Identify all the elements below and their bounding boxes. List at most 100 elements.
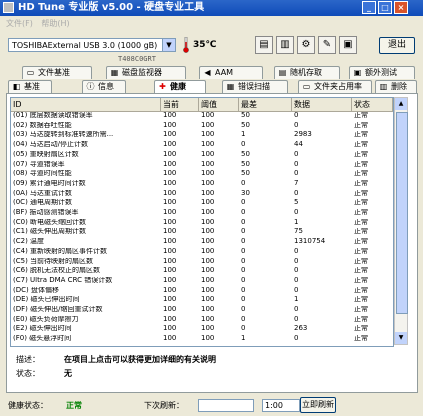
cell-worst: 50 xyxy=(241,150,250,158)
tab-folder-usage[interactable]: ▭ 文件夹占用率 xyxy=(298,80,372,93)
cell-current: 100 xyxy=(163,228,177,236)
cell-data: 0 xyxy=(294,112,299,119)
maximize-button[interactable]: □ xyxy=(378,1,392,14)
settings-icon[interactable]: ✎ xyxy=(318,36,336,54)
table-row[interactable]: (C4) 重新映射的扇区事件计数 100 100 0 0 正常 xyxy=(11,248,393,256)
tab-info[interactable]: ⓘ 信息 xyxy=(82,80,126,93)
table-row[interactable]: (07) 寻道错误率 100 100 50 0 正常 xyxy=(11,161,393,169)
speaker-icon: ◀ xyxy=(204,68,211,77)
tab-benchmark[interactable]: ◧ 基准 xyxy=(8,80,52,93)
cell-current: 100 xyxy=(163,179,177,187)
cell-worst: 0 xyxy=(241,238,246,246)
cell-current: 100 xyxy=(163,286,177,294)
table-row[interactable]: (C6) 脱机无法校正的扇区数 100 100 0 0 正常 xyxy=(11,267,393,275)
menu-help[interactable]: 帮助(H) xyxy=(41,19,69,28)
tab-disk-monitor[interactable]: ▦ 磁盘监视器 xyxy=(106,66,186,79)
tab-file-benchmark[interactable]: ▭ 文件基准 xyxy=(22,66,92,79)
table-row[interactable]: (E2) 磁头伸出时间 100 100 0 263 正常 xyxy=(11,325,393,333)
refresh-now-button[interactable]: 立即刷新 xyxy=(300,397,336,413)
copy-icon[interactable]: ▤ xyxy=(255,36,273,54)
tab-health[interactable]: ✚ 健康 xyxy=(154,80,206,93)
table-row[interactable]: (03) 马达旋转到标准转速所需... 100 100 1 2983 正常 xyxy=(11,131,393,139)
vertical-scrollbar[interactable]: ▲ ▼ xyxy=(394,97,408,345)
tab-extra-tests[interactable]: ▣ 额外测试 xyxy=(349,66,415,79)
table-row[interactable]: (DC) 盘体偏移 100 100 0 0 正常 xyxy=(11,287,393,295)
cell-current: 100 xyxy=(163,189,177,197)
scroll-thumb[interactable] xyxy=(396,112,408,314)
table-row[interactable]: (C7) Ultra DMA CRC 错误计数 100 100 0 0 正常 xyxy=(11,277,393,285)
cell-id: (E2) 磁头伸出时间 xyxy=(13,325,72,333)
description-area: 描述： 在项目上点击可以获得更加详细的有关说明 状态： 无 xyxy=(10,350,414,388)
table-row[interactable]: (0C) 通电周期计数 100 100 0 5 正常 xyxy=(11,199,393,207)
column-threshold[interactable]: 阈值 xyxy=(199,98,239,111)
cell-worst: 0 xyxy=(241,209,246,216)
tab-row-top: ▭ 文件基准 ▦ 磁盘监视器 ◀ AAM ▤ 随机存取 ▣ 额外测试 xyxy=(6,66,418,79)
cell-threshold: 100 xyxy=(201,141,215,149)
tab-erase[interactable]: ▥ 删除 xyxy=(375,80,417,93)
close-button[interactable]: × xyxy=(394,1,408,14)
cell-status: 正常 xyxy=(354,315,368,323)
cell-status: 正常 xyxy=(354,189,368,197)
table-row[interactable]: (BF) 振动感测错误率 100 100 0 0 正常 xyxy=(11,209,393,217)
minimize-button[interactable]: _ xyxy=(362,1,376,14)
tab-error-scan[interactable]: ▦ 错误扫描 xyxy=(222,80,288,93)
table-row[interactable]: (04) 马达启动/停止计数 100 100 0 44 正常 xyxy=(11,141,393,149)
menu-file[interactable]: 文件(F) xyxy=(6,19,33,28)
scroll-down-icon[interactable]: ▼ xyxy=(395,332,407,344)
exit-button[interactable]: 退出 xyxy=(379,37,415,54)
table-row[interactable]: (DF) 磁头伸出/缩回重试计数 100 100 0 0 正常 xyxy=(11,306,393,314)
save-icon[interactable]: ▣ xyxy=(339,36,357,54)
chevron-down-icon[interactable]: ▼ xyxy=(162,39,175,51)
drive-select[interactable]: TOSHIBAExternal USB 3.0 (1000 gB) ▼ xyxy=(8,38,176,52)
cell-current: 100 xyxy=(163,160,177,168)
table-row[interactable]: (02) 数据吞吐性能 100 100 50 0 正常 xyxy=(11,122,393,130)
table-row[interactable]: (C0) 断电磁头缩回计数 100 100 0 1 正常 xyxy=(11,219,393,227)
copy-all-icon[interactable]: ▥ xyxy=(276,36,294,54)
cell-id: (01) 底层数据读取错误率 xyxy=(13,112,93,119)
tab-random-access[interactable]: ▤ 随机存取 xyxy=(274,66,340,79)
cell-threshold: 100 xyxy=(201,170,215,178)
cell-threshold: 100 xyxy=(201,121,215,129)
cell-status: 正常 xyxy=(354,199,368,207)
cell-threshold: 100 xyxy=(201,131,215,139)
table-row[interactable]: (F0) 磁头悬浮时间 100 100 1 0 正常 xyxy=(11,335,393,343)
cell-worst: 0 xyxy=(241,179,246,187)
cell-id: (DF) 磁头伸出/缩回重试计数 xyxy=(13,306,103,313)
table-row[interactable]: (C2) 温度 100 100 0 1310754 正常 xyxy=(11,238,393,246)
cell-id: (C4) 重新映射的扇区事件计数 xyxy=(13,247,108,255)
tab-aam[interactable]: ◀ AAM xyxy=(199,66,263,79)
table-row[interactable]: (0A) 马达重试计数 100 100 30 0 正常 xyxy=(11,190,393,198)
cell-status: 正常 xyxy=(354,228,368,236)
table-row[interactable]: (05) 重映射扇区计数 100 100 50 0 正常 xyxy=(11,151,393,159)
table-row[interactable]: (09) 累计通电时间计数 100 100 0 7 正常 xyxy=(11,180,393,188)
table-row[interactable]: (E0) 磁头负荷摩擦力 100 100 0 0 正常 xyxy=(11,316,393,324)
table-row[interactable]: (01) 底层数据读取错误率 100 100 50 0 正常 xyxy=(11,112,393,120)
cell-id: (C2) 温度 xyxy=(13,238,45,246)
options-icon[interactable]: ⚙ xyxy=(297,36,315,54)
table-row[interactable]: (C5) 当前待映射的扇区数 100 100 0 0 正常 xyxy=(11,258,393,266)
column-current[interactable]: 当前 xyxy=(161,98,199,111)
refresh-interval[interactable]: 1:00 xyxy=(262,399,300,412)
table-row[interactable]: (DE) 磁头已伸出时间 100 100 0 1 正常 xyxy=(11,296,393,304)
table-row[interactable]: (C1) 磁头伸出周期计数 100 100 0 75 正常 xyxy=(11,228,393,236)
cell-current: 100 xyxy=(163,315,177,323)
column-data[interactable]: 数据 xyxy=(292,98,352,111)
cell-threshold: 100 xyxy=(201,209,215,216)
cell-worst: 0 xyxy=(241,257,246,265)
cell-status: 正常 xyxy=(354,267,368,275)
cell-current: 100 xyxy=(163,209,177,216)
table-row[interactable]: (08) 寻道时间性能 100 100 50 0 正常 xyxy=(11,170,393,178)
cell-id: (0A) 马达重试计数 xyxy=(13,189,72,197)
column-worst[interactable]: 最差 xyxy=(239,98,292,111)
column-status[interactable]: 状态 xyxy=(352,98,393,111)
cell-current: 100 xyxy=(163,276,177,284)
folder-usage-icon: ▭ xyxy=(302,82,311,91)
cell-threshold: 100 xyxy=(201,160,215,168)
cell-current: 100 xyxy=(163,267,177,275)
cell-threshold: 100 xyxy=(201,179,215,187)
cell-data: 0 xyxy=(294,150,299,158)
column-id[interactable]: ID xyxy=(11,98,161,111)
cell-id: (08) 寻道时间性能 xyxy=(13,170,72,178)
scroll-up-icon[interactable]: ▲ xyxy=(395,98,407,110)
cell-status: 正常 xyxy=(354,306,368,313)
